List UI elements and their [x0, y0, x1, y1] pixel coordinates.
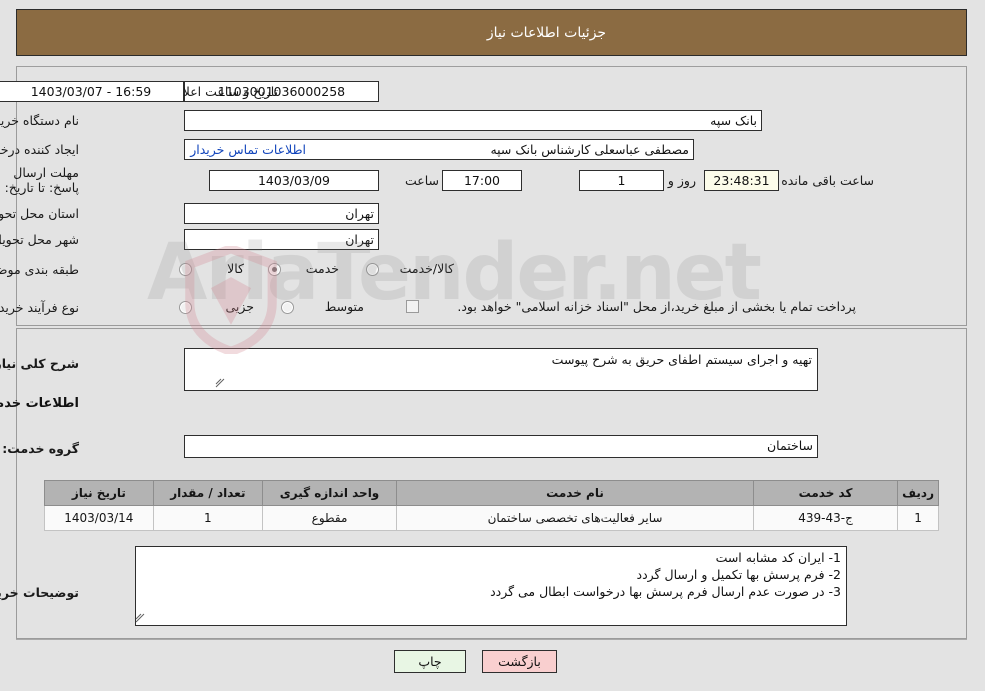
- footer-divider: [17, 639, 968, 640]
- buyer-notes-textarea[interactable]: 1- ایران کد مشابه است 2- فرم پرسش بها تک…: [136, 546, 848, 626]
- description-label: شرح کلی نیاز:: [0, 356, 80, 371]
- city-label: شهر محل تحویل:: [0, 232, 80, 247]
- category-label: طبقه بندی موضوعی:: [0, 262, 80, 277]
- radio-process-jozyi[interactable]: [180, 301, 193, 314]
- province-value: تهران: [185, 203, 380, 224]
- cell-service-code: ج-43-439: [753, 505, 900, 531]
- hour-label: ساعت: [405, 173, 440, 188]
- back-button[interactable]: بازگشت: [483, 650, 558, 673]
- remaining-days-value: 1: [580, 170, 665, 191]
- table-row: 1 ج-43-439 سایر فعالیت‌های تخصصی ساختمان…: [45, 505, 940, 531]
- countdown-label: ساعت باقی مانده: [782, 173, 875, 188]
- buyer-notes-label: توضیحات خریدار:: [0, 585, 80, 600]
- print-button[interactable]: چاپ: [395, 650, 467, 673]
- cell-row-no: 1: [898, 505, 940, 531]
- deadline-time-value: 17:00: [443, 170, 523, 191]
- buyer-contact-link[interactable]: اطلاعات تماس خریدار: [191, 142, 307, 157]
- services-table: ردیف کد خدمت نام خدمت واحد اندازه گیری ت…: [45, 480, 940, 531]
- process-type-label: نوع فرآیند خرید :: [0, 300, 80, 315]
- cell-quantity: 1: [153, 505, 265, 531]
- announce-datetime-value: 16:59 - 1403/03/07: [0, 81, 185, 102]
- column-header-row-no: ردیف: [898, 480, 940, 506]
- radio-category-kala-khedmat-label: کالا/خدمت: [400, 261, 455, 276]
- need-summary-panel: [17, 66, 968, 326]
- cell-unit: مقطوع: [262, 505, 399, 531]
- radio-process-motavaset[interactable]: [282, 301, 295, 314]
- column-header-unit: واحد اندازه گیری: [262, 480, 399, 506]
- cell-service-name: سایر فعالیت‌های تخصصی ساختمان: [397, 505, 755, 531]
- radio-process-jozyi-label: جزیی: [226, 299, 255, 314]
- services-heading: اطلاعات خدمات مورد نیاز: [0, 396, 80, 411]
- column-header-service-name: نام خدمت: [397, 480, 755, 506]
- radio-category-kala-khedmat[interactable]: [367, 263, 380, 276]
- column-header-need-date: تاریخ نیاز: [45, 480, 155, 506]
- service-group-value: ساختمان: [185, 435, 819, 458]
- radio-category-kala[interactable]: [180, 263, 193, 276]
- table-header-row: ردیف کد خدمت نام خدمت واحد اندازه گیری ت…: [45, 480, 940, 506]
- cell-need-date: 1403/03/14: [45, 505, 155, 531]
- buyer-org-label: نام دستگاه خریدار:: [0, 113, 80, 128]
- treasury-bonds-checkbox[interactable]: [407, 300, 420, 313]
- column-header-service-code: کد خدمت: [753, 480, 900, 506]
- radio-category-khedmat-label: خدمت: [306, 261, 340, 276]
- window-title-bar: جزئیات اطلاعات نیاز: [17, 9, 968, 56]
- page-root: جزئیات اطلاعات نیاز شماره نیاز: 11030010…: [0, 0, 985, 691]
- page-title: جزئیات اطلاعات نیاز: [487, 24, 608, 41]
- request-creator-label: ایجاد کننده درخواست:: [0, 142, 80, 157]
- days-label: روز و: [668, 173, 697, 188]
- treasury-bonds-label: پرداخت تمام یا بخشی از مبلغ خرید،از محل …: [458, 299, 857, 314]
- column-header-quantity: تعداد / مقدار: [153, 480, 265, 506]
- service-group-label: گروه خدمت:: [3, 441, 80, 456]
- countdown-timer: 23:48:31: [705, 170, 780, 191]
- city-value: تهران: [185, 229, 380, 250]
- description-textarea[interactable]: تهیه و اجرای سیستم اطفای حریق به شرح پیو…: [185, 348, 819, 391]
- deadline-label: مهلت ارسال پاسخ: تا تاریخ:: [5, 165, 80, 195]
- radio-category-kala-label: کالا: [228, 261, 245, 276]
- province-label: استان محل تحویل:: [0, 206, 80, 221]
- radio-category-khedmat[interactable]: [269, 263, 282, 276]
- deadline-date-value: 1403/03/09: [210, 170, 380, 191]
- radio-process-motavaset-label: متوسط: [325, 299, 365, 314]
- buyer-org-value: بانک سپه: [185, 110, 763, 131]
